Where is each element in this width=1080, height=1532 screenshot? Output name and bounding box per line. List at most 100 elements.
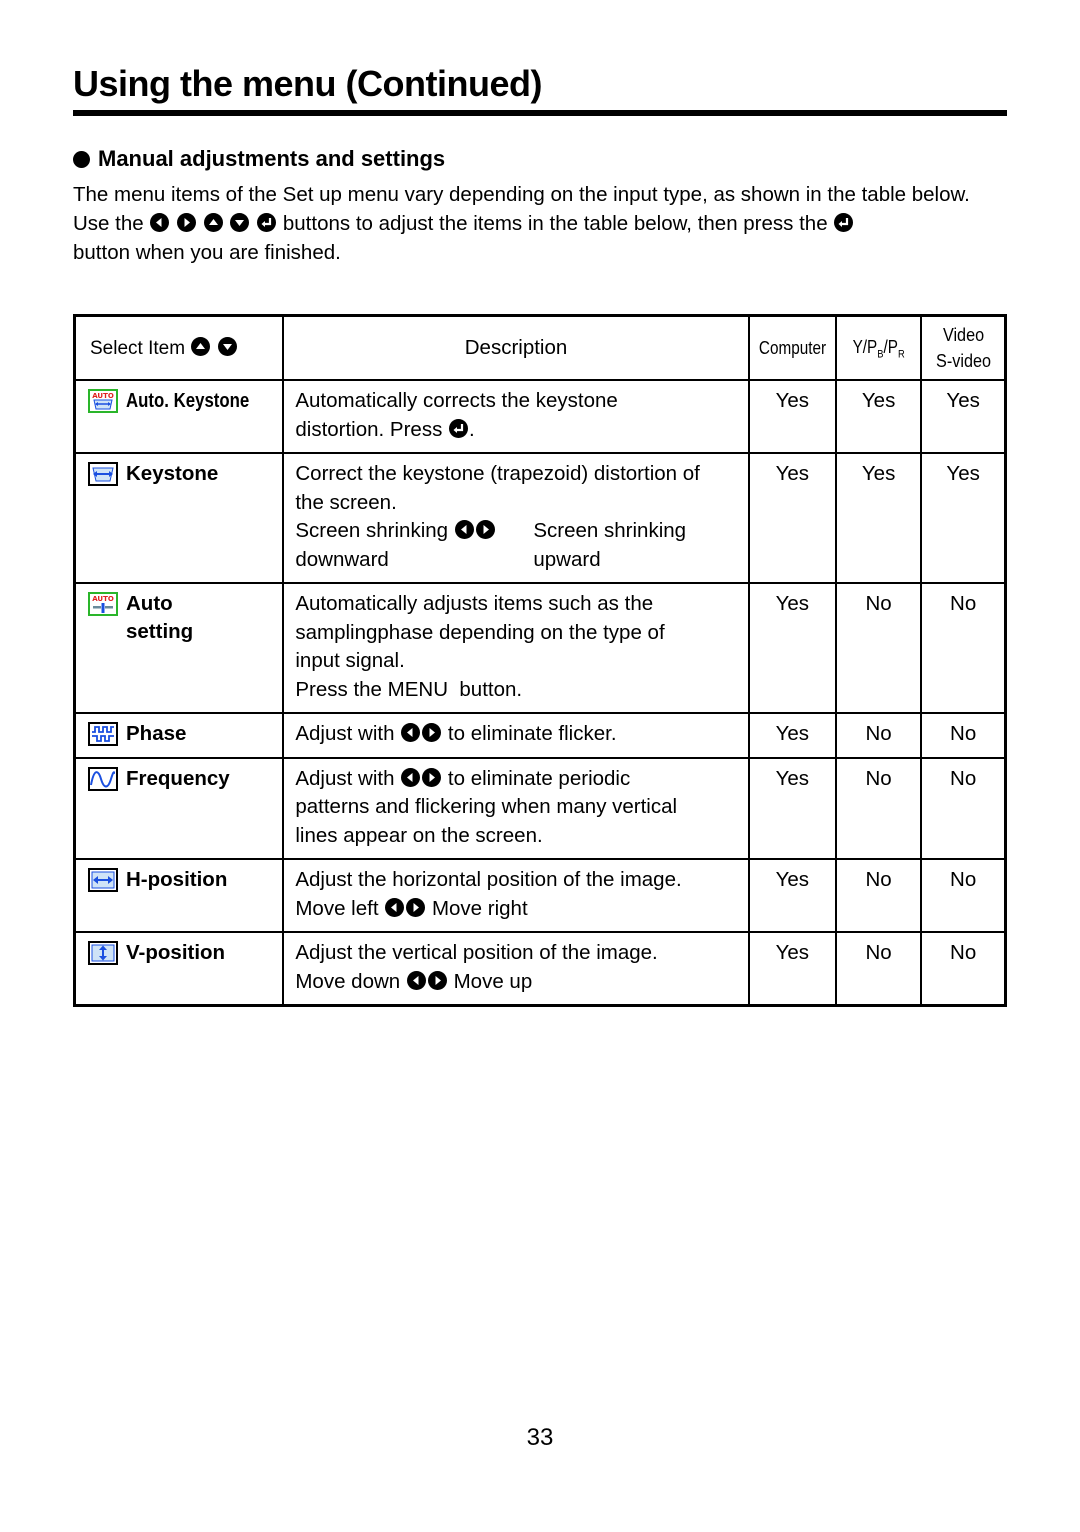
description-cell: Adjust with to eliminate periodic patter… (282, 756, 750, 860)
computer-value: Yes (747, 712, 837, 759)
description-line: Adjust with to eliminate periodic (295, 766, 631, 790)
title-rule (73, 110, 1007, 116)
item-cell: Phase (73, 712, 285, 759)
ypbpr-value: No (834, 931, 923, 1007)
description-line: Automatically adjusts items such as the (295, 592, 654, 615)
ypbpr-value: No (834, 756, 923, 860)
description-line: samplingphase depending on the type of (295, 620, 665, 644)
intro-text-after: buttons to adjust the items in the table… (282, 212, 828, 235)
header-video-label: Video S-video (935, 325, 991, 371)
v-position-icon (88, 941, 118, 965)
enter-button-icon (834, 213, 854, 232)
enter-button-icon (449, 418, 469, 438)
video-value: Yes (920, 452, 1007, 584)
right-button-icon (177, 213, 197, 232)
header-video: Video S-video (920, 314, 1007, 381)
description-cell: Automatically adjusts items such as the … (282, 582, 750, 714)
page-title: Using the menu (Continued) (73, 63, 542, 104)
bullet-icon (73, 150, 90, 168)
ypbpr-value: Yes (834, 379, 923, 454)
computer-value: Yes (747, 931, 837, 1007)
description-line: Adjust the horizontal position of the im… (295, 868, 682, 891)
up-button-icon (191, 336, 211, 356)
intro-text: The menu items of the Set up menu vary d… (73, 180, 1007, 267)
auto-keystone-icon: AUTO (88, 389, 118, 413)
computer-value: Yes (747, 582, 837, 714)
intro-paragraph-1: The menu items of the Set up menu vary d… (73, 183, 970, 206)
header-ypbpr-label: Y/PB/PR (852, 337, 905, 361)
phase-icon (88, 722, 118, 746)
video-value: No (920, 582, 1007, 714)
computer-value: Yes (747, 379, 837, 454)
ypbpr-value: No (834, 582, 923, 714)
left-button-icon (401, 723, 421, 742)
description-line: Press the MENU button. (295, 677, 523, 701)
video-value: No (920, 858, 1007, 933)
left-button-icon (454, 520, 474, 539)
enter-button-icon (257, 213, 277, 232)
down-button-icon (217, 336, 237, 356)
item-cell: Keystone (73, 452, 285, 584)
ypbpr-value: No (834, 712, 923, 759)
left-button-icon (385, 897, 405, 917)
right-button-icon (475, 520, 495, 539)
description-cell: Correct the keystone (trapezoid) distort… (282, 452, 750, 584)
frequency-icon (88, 766, 118, 791)
right-button-icon (422, 767, 442, 787)
description-line: downward upward (295, 547, 601, 571)
video-value: No (920, 931, 1007, 1007)
page-number: 33 (526, 1424, 554, 1451)
description-cell: Automatically corrects the keystone dist… (282, 379, 750, 454)
description-line: Adjust the vertical position of the imag… (295, 941, 658, 964)
header-description: Description (282, 314, 750, 381)
up-button-icon (203, 213, 223, 232)
left-button-icon (406, 970, 426, 990)
item-label: Auto. Keystone (126, 389, 250, 412)
item-label: Frequency (126, 766, 230, 790)
table-row: V-position Adjust the vertical position … (73, 931, 1007, 1007)
keystone-icon (88, 462, 118, 486)
computer-value: Yes (747, 756, 837, 860)
header-ypbpr: Y/PB/PR (834, 314, 923, 381)
description-line: Adjust with to eliminate flicker. (295, 722, 617, 745)
section-heading-text: Manual adjustments and settings (98, 146, 446, 171)
settings-table: Select Item Description Computer Y/PB/PR… (73, 314, 1007, 1007)
intro-paragraph-2: Use the buttons to adjust the items in t… (73, 209, 1007, 267)
item-cell: Frequency (73, 756, 285, 860)
description-line: lines appear on the screen. (295, 823, 543, 847)
item-cell: AUTO Auto. Keystone (73, 379, 285, 454)
item-cell: AUTO Auto setting (73, 582, 285, 714)
left-button-icon (401, 767, 421, 787)
description-line: Automatically corrects the keystone (295, 389, 618, 412)
ypbpr-value: Yes (834, 452, 923, 584)
video-value: Yes (920, 379, 1007, 454)
video-value: No (920, 756, 1007, 860)
computer-value: Yes (747, 858, 837, 933)
table-row: H-position Adjust the horizontal positio… (73, 858, 1007, 933)
intro-text-end: button when you are finished. (73, 241, 341, 264)
description-line: Screen shrinking Screen shrinking (295, 519, 687, 542)
h-position-icon (88, 868, 118, 892)
auto-setting-icon: AUTO (88, 592, 118, 616)
right-button-icon (406, 897, 426, 917)
table-row: Keystone Correct the keystone (trapezoid… (73, 452, 1007, 584)
description-line: the screen. (295, 490, 397, 514)
table-row: AUTO Auto. Keystone Automatically correc… (73, 379, 1007, 454)
item-cell: V-position (73, 931, 285, 1007)
description-line: Move left Move right (295, 896, 528, 920)
ypbpr-value: No (834, 858, 923, 933)
down-button-icon (230, 213, 250, 232)
description-cell: Adjust the horizontal position of the im… (282, 858, 750, 933)
item-label: H-position (126, 868, 228, 891)
intro-text-before: Use the (73, 212, 144, 235)
item-cell: H-position (73, 858, 285, 933)
header-computer-label: Computer (758, 338, 826, 358)
description-cell: Adjust with to eliminate flicker. (282, 712, 750, 759)
table-row: Phase Adjust with to eliminate flicker. … (73, 712, 1007, 759)
svg-text:AUTO: AUTO (92, 595, 114, 603)
svg-text:AUTO: AUTO (92, 392, 114, 400)
table-row: AUTO Auto setting Automatically adjusts i… (73, 582, 1007, 714)
computer-value: Yes (747, 452, 837, 584)
table-header-row: Select Item Description Computer Y/PB/PR… (73, 314, 1007, 381)
header-select-item-label: Select Item (90, 337, 186, 359)
